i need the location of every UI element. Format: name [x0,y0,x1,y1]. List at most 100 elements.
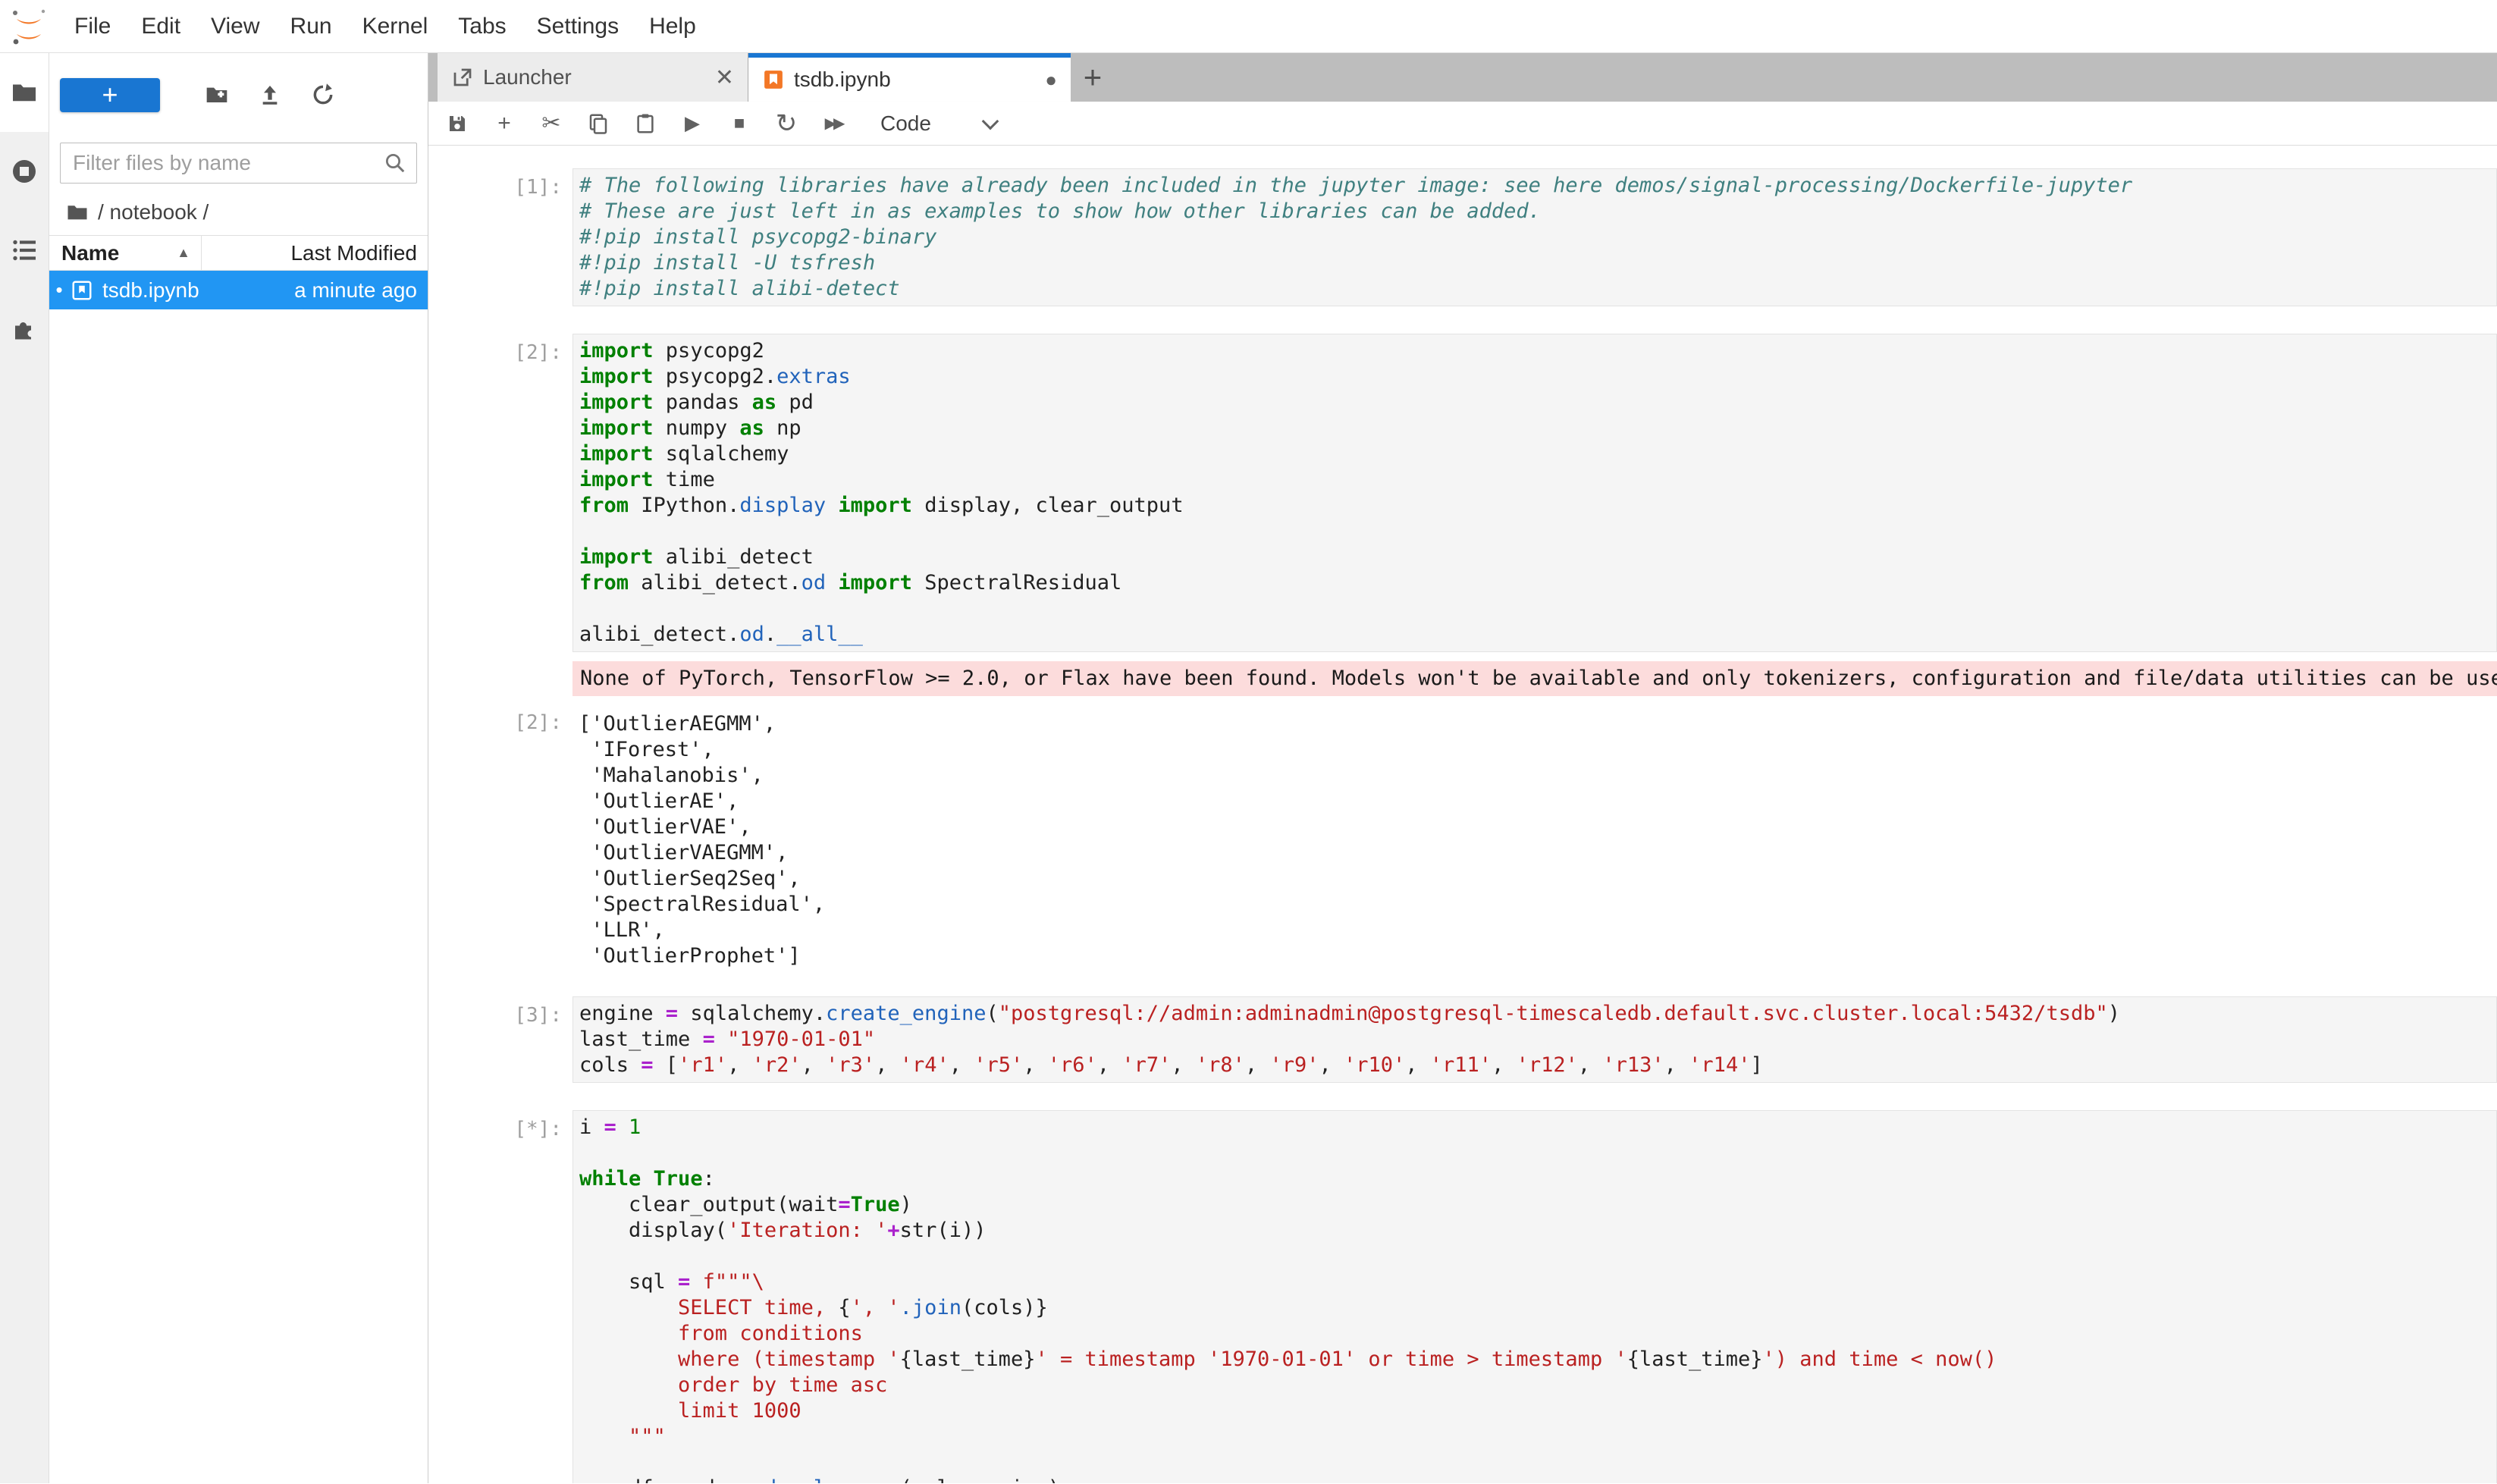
tab-launcher[interactable]: Launcher ✕ [438,53,748,102]
restart-kernel-button[interactable]: ↻ [773,108,800,139]
code-line [579,1244,2496,1269]
file-listing-header: Name ▲ Last Modified [49,235,428,271]
cell-input-prompt: [1]: [428,168,572,306]
cell-output-text: ['OutlierAEGMM', 'IForest', 'Mahalanobis… [572,704,825,969]
menu-item-file[interactable]: File [59,14,126,39]
output-line: 'OutlierVAE', [579,814,825,840]
code-line: from conditions [579,1321,2496,1347]
menu-item-tabs[interactable]: Tabs [443,14,521,39]
column-header-last-modified[interactable]: Last Modified [201,236,428,270]
code-line: sql = f"""\ [579,1269,2496,1295]
filter-files-input[interactable] [60,143,417,184]
refresh-button[interactable] [296,78,350,112]
code-line: # The following libraries have already b… [579,173,2496,199]
output-line: 'SpectralResidual', [579,892,825,918]
folder-icon [11,79,38,106]
output-line: 'Mahalanobis', [579,763,825,789]
cell-input-prompt: [3]: [428,996,572,1083]
new-launcher-button[interactable]: + [60,78,160,112]
sidebar-tab-extensions[interactable] [0,290,49,369]
code-line: import psycopg2 [579,338,2496,364]
notebook-toolbar: + ✂ ▶ ■ ↻ ▶▶ Code [428,102,2497,146]
sidebar-tab-running-sessions[interactable] [0,132,49,211]
output-line: 'OutlierAE', [579,789,825,814]
code-line [579,1140,2496,1166]
cell-editor[interactable]: i = 1 while True: clear_output(wait=True… [572,1110,2497,1483]
search-icon [384,152,406,174]
run-cell-button[interactable]: ▶ [679,108,706,139]
cell-type-dropdown[interactable]: Code [880,111,996,136]
file-browser-panel: + [49,53,428,1483]
output-line: 'OutlierProphet'] [579,943,825,969]
notebook-cell: [2]:import psycopg2import psycopg2.extra… [428,334,2497,969]
notebook-cell: [1]: # The following libraries have alrea… [428,168,2497,306]
menu-item-settings[interactable]: Settings [522,14,634,39]
jupyter-logo-icon [9,7,49,46]
menu-item-view[interactable]: View [196,14,274,39]
sort-ascending-icon: ▲ [177,245,190,261]
breadcrumb[interactable]: / notebook / [66,200,428,224]
cell-input-prompt: [*]: [428,1110,572,1483]
output-line: 'OutlierSeq2Seq', [579,866,825,892]
dock-tab-bar: Launcher ✕ tsdb.ipynb ● + [428,53,2497,102]
puzzle-icon [11,315,38,343]
code-line: last_time = "1970-01-01" [579,1027,2496,1053]
column-header-name[interactable]: Name ▲ [49,241,201,265]
refresh-icon [311,83,335,107]
menu-item-help[interactable]: Help [634,14,711,39]
notebook-cells: [1]: # The following libraries have alrea… [428,168,2497,1483]
code-line [579,519,2496,544]
home-folder-icon [66,201,89,224]
interrupt-kernel-button[interactable]: ■ [726,108,753,139]
sidebar-tab-file-browser[interactable] [0,53,49,132]
paste-cells-button[interactable] [632,108,659,139]
menu-item-run[interactable]: Run [275,14,347,39]
cut-cells-button[interactable]: ✂ [538,108,565,139]
code-line: #!pip install alibi-detect [579,276,2496,302]
cell-editor[interactable]: import psycopg2import psycopg2.extrasimp… [572,334,2497,652]
code-line: import time [579,467,2496,493]
code-line: df = pd.read_sql_query(sql, engine) [579,1476,2496,1483]
copy-cells-button[interactable] [585,108,612,139]
new-folder-button[interactable] [190,78,243,112]
output-line: 'OutlierVAEGMM', [579,840,825,866]
sidebar-tab-table-of-contents[interactable] [0,211,49,290]
save-icon [446,112,469,135]
code-line: import alibi_detect [579,544,2496,570]
code-line: #!pip install -U tsfresh [579,250,2496,276]
save-button[interactable] [444,108,471,139]
unsaved-changes-dot: ● [1045,68,1057,92]
name-column-label: Name [61,241,119,265]
menu-item-kernel[interactable]: Kernel [347,14,444,39]
new-tab-button[interactable]: + [1071,53,1115,102]
unsaved-dot: • [49,278,69,302]
code-line [579,596,2496,622]
stderr-output: None of PyTorch, TensorFlow >= 2.0, or F… [572,661,2497,696]
code-line [579,1450,2496,1476]
chevron-down-icon [982,112,999,130]
notebook-cell: [3]:engine = sqlalchemy.create_engine("p… [428,996,2497,1083]
cell-output: [2]:['OutlierAEGMM', 'IForest', 'Mahalan… [428,704,2497,969]
code-line: limit 1000 [579,1398,2496,1424]
close-tab-icon[interactable]: ✕ [715,64,734,91]
output-line: 'IForest', [579,737,825,763]
upload-icon [258,83,282,107]
cell-editor[interactable]: engine = sqlalchemy.create_engine("postg… [572,996,2497,1083]
insert-cell-button[interactable]: + [491,108,518,139]
code-line: #!pip install psycopg2-binary [579,224,2496,250]
file-last-modified: a minute ago [294,278,428,303]
code-line: # These are just left in as examples to … [579,199,2496,224]
restart-run-all-button[interactable]: ▶▶ [820,108,847,139]
menu-item-edit[interactable]: Edit [126,14,196,39]
tab-tsdb-ipynb[interactable]: tsdb.ipynb ● [748,53,1071,102]
main-area: Launcher ✕ tsdb.ipynb ● + [428,53,2497,1483]
code-line: clear_output(wait=True) [579,1192,2496,1218]
cell-editor[interactable]: # The following libraries have already b… [572,168,2497,306]
launcher-icon [451,66,474,89]
code-line: SELECT time, {', '.join(cols)} [579,1295,2496,1321]
notebook-file-icon [71,279,93,302]
last-modified-column-label: Last Modified [290,241,417,265]
file-row-tsdb-ipynb[interactable]: • tsdb.ipynb a minute ago [49,271,428,309]
file-browser-toolbar: + [49,53,428,136]
upload-button[interactable] [243,78,296,112]
